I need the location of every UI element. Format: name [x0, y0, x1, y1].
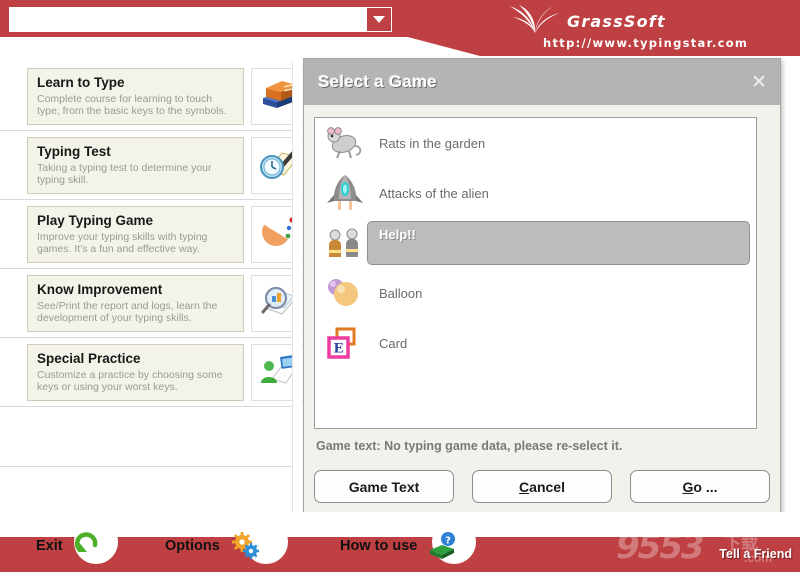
menu-card[interactable]: Know Improvement See/Print the report an… — [27, 274, 244, 332]
header-diagonal-cutout — [396, 37, 480, 56]
game-list[interactable]: Rats in the garden Attacks of the alien … — [314, 117, 757, 429]
app-header: GrassSoft http://www.typingstar.com — [0, 0, 800, 56]
menu-item-title: Know Improvement — [37, 281, 163, 297]
menu-card[interactable]: Play Typing Game Improve your typing ski… — [27, 205, 244, 263]
game-list-item-rats[interactable]: Rats in the garden — [315, 118, 756, 168]
menu-item-know-improvement[interactable]: Know Improvement See/Print the report an… — [0, 269, 307, 338]
help-book-icon: ? — [427, 531, 457, 561]
grass-leaf-icon — [505, 3, 563, 40]
how-to-use-button-label: How to use — [340, 538, 418, 554]
game-list-item-label: Help!! — [379, 227, 416, 242]
gears-icon — [230, 531, 260, 561]
bottom-toolbar: Exit Options How to use ? Tell a Friend — [0, 512, 800, 572]
balloons-icon — [323, 271, 367, 315]
lesson-combobox[interactable] — [9, 7, 392, 32]
menu-item-play-typing-game[interactable]: Play Typing Game Improve your typing ski… — [0, 200, 307, 269]
menu-scrollbar[interactable] — [292, 62, 302, 512]
menu-empty-row — [0, 407, 292, 467]
menu-item-title: Typing Test — [37, 143, 111, 159]
cancel-button[interactable]: Cancel — [472, 470, 612, 503]
options-button[interactable]: Options — [165, 532, 260, 560]
options-button-label: Options — [165, 538, 220, 554]
dialog-button-row: Game Text Cancel Go ... — [314, 470, 770, 503]
svg-text:?: ? — [445, 536, 451, 547]
go-button[interactable]: Go ... — [630, 470, 770, 503]
refresh-arrow-icon — [73, 531, 103, 561]
game-text-button[interactable]: Game Text — [314, 470, 454, 503]
game-text-button-label: Game Text — [348, 478, 420, 495]
menu-card[interactable]: Typing Test Taking a typing test to dete… — [27, 136, 244, 194]
selection-highlight — [367, 221, 750, 265]
go-button-mnemonic: G — [682, 478, 694, 495]
dialog-title: Select a Game — [318, 72, 437, 91]
svg-text:E: E — [334, 342, 344, 357]
tell-a-friend-link[interactable]: Tell a Friend — [719, 547, 792, 561]
lesson-combobox-dropdown-button[interactable] — [367, 8, 391, 31]
brand-url: http://www.typingstar.com — [543, 36, 749, 50]
menu-item-title: Learn to Type — [37, 74, 125, 90]
game-list-item-help[interactable]: Help!! — [315, 218, 756, 268]
brand-name: GrassSoft — [567, 12, 666, 31]
menu-card[interactable]: Learn to Type Complete course for learni… — [27, 67, 244, 125]
game-list-item-label: Attacks of the alien — [379, 185, 489, 201]
menu-item-special-practice[interactable]: Special Practice Customize a practice by… — [0, 338, 307, 407]
card-e-icon: E — [323, 321, 367, 365]
game-list-item-label: Card — [379, 335, 408, 351]
application-window: GrassSoft http://www.typingstar.com Lear… — [0, 0, 800, 572]
menu-item-description: Complete course for learning to touch ty… — [37, 92, 227, 118]
menu-item-description: Improve your typing skills with typing g… — [37, 230, 208, 256]
menu-item-typing-test[interactable]: Typing Test Taking a typing test to dete… — [0, 131, 307, 200]
game-list-item-balloon[interactable]: Balloon — [315, 268, 756, 318]
menu-card[interactable]: Special Practice Customize a practice by… — [27, 343, 244, 401]
firefighters-icon — [323, 221, 367, 265]
go-button-label: o ... — [693, 478, 718, 495]
header-white-cutout — [0, 37, 404, 56]
game-list-item-label: Balloon — [379, 285, 423, 301]
cancel-button-label: ancel — [529, 478, 565, 495]
select-a-game-dialog: Select a Game ✕ Rats in the garden Attac… — [303, 58, 781, 530]
chevron-down-icon — [373, 16, 385, 23]
menu-item-learn-to-type[interactable]: Learn to Type Complete course for learni… — [0, 62, 307, 131]
cancel-button-mnemonic: C — [519, 478, 530, 495]
dialog-titlebar: Select a Game ✕ — [304, 59, 780, 105]
rat-icon — [323, 121, 367, 165]
how-to-use-button[interactable]: How to use ? — [340, 532, 457, 560]
exit-button-label: Exit — [36, 538, 63, 554]
menu-item-title: Play Typing Game — [37, 212, 154, 228]
menu-item-description: Customize a practice by choosing some ke… — [37, 368, 223, 394]
menu-item-title: Special Practice — [37, 350, 141, 366]
game-text-status: Game text: No typing game data, please r… — [316, 439, 623, 453]
main-menu-list: Learn to Type Complete course for learni… — [0, 62, 307, 512]
dialog-body: Rats in the garden Attacks of the alien … — [304, 105, 780, 530]
game-list-item-alien[interactable]: Attacks of the alien — [315, 168, 756, 218]
close-icon[interactable]: ✕ — [748, 71, 770, 93]
spaceship-icon — [323, 171, 367, 215]
game-list-item-card[interactable]: E Card — [315, 318, 756, 368]
brand-logo: GrassSoft http://www.typingstar.com — [505, 3, 795, 53]
lesson-combobox-input[interactable] — [10, 8, 367, 31]
game-list-item-label: Rats in the garden — [379, 135, 486, 151]
exit-button[interactable]: Exit — [36, 532, 103, 560]
menu-item-description: See/Print the report and logs, learn the… — [37, 299, 218, 325]
menu-item-description: Taking a typing test to determine your t… — [37, 161, 212, 187]
